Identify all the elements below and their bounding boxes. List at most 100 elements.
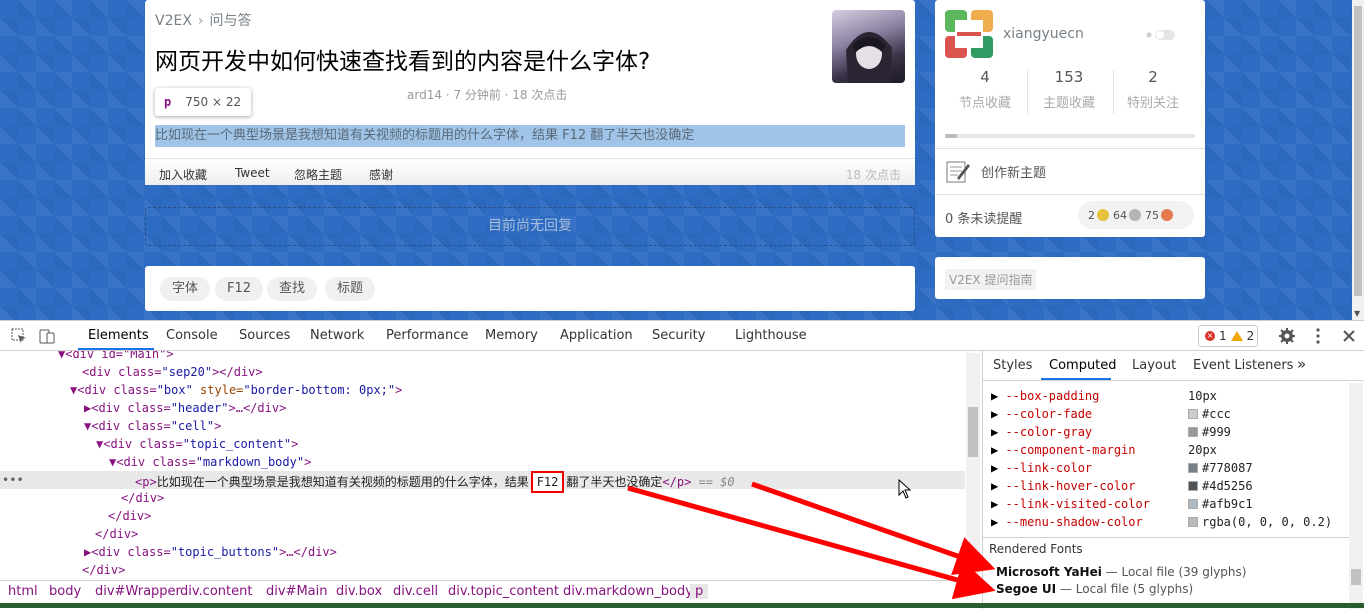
tab-layout[interactable]: Layout: [1132, 358, 1176, 373]
guide-link[interactable]: V2EX 提问指南: [945, 269, 1037, 290]
crumb-item[interactable]: div.cell: [393, 584, 438, 599]
more-options-icon[interactable]: [1309, 327, 1327, 345]
author-avatar[interactable]: [832, 10, 905, 83]
ignore-topic-link[interactable]: 忽略主题: [294, 166, 342, 183]
crumb-item-active[interactable]: p: [690, 584, 709, 599]
computed-prop[interactable]: ▶ --link-color #778087: [991, 459, 1348, 477]
unread-notifications[interactable]: 0 条未读提醒: [945, 208, 1022, 227]
dom-line[interactable]: ▼<div id="Main">: [58, 351, 174, 363]
dom-line[interactable]: </div>: [108, 507, 151, 525]
dom-line[interactable]: </div>: [121, 489, 164, 507]
user-logo-icon[interactable]: [945, 10, 993, 58]
color-swatch[interactable]: [1188, 517, 1198, 527]
favorite-link[interactable]: 加入收藏: [159, 166, 207, 183]
breadcrumb-home[interactable]: V2EX: [155, 13, 192, 29]
settings-gear-icon[interactable]: [1278, 327, 1296, 345]
dom-line[interactable]: ▼<div class="box" style="border-bottom: …: [70, 381, 402, 399]
scrollbar-thumb[interactable]: [1351, 569, 1361, 585]
color-swatch[interactable]: [1188, 409, 1198, 419]
edit-note-icon: [946, 161, 970, 183]
scroll-down-icon[interactable]: ▼: [1354, 309, 1360, 318]
silver-coin-icon: [1129, 209, 1141, 221]
tab-console[interactable]: Console: [166, 328, 218, 343]
page-scrollbar[interactable]: ▼: [1352, 0, 1364, 320]
tweet-link[interactable]: Tweet: [235, 166, 270, 180]
dom-line[interactable]: <div class="sep20"></div>: [82, 363, 263, 381]
highlighted-paragraph[interactable]: 比如现在一个典型场景是我想知道有关视频的标题用的什么字体，结果 F12 翻了半天…: [155, 125, 905, 147]
stat-following[interactable]: 2 特别关注: [1109, 68, 1197, 111]
color-swatch[interactable]: [1188, 463, 1198, 473]
crumb-item[interactable]: div#Main: [266, 584, 327, 599]
computed-prop[interactable]: ▶ --link-visited-color #afb9c1: [991, 495, 1348, 513]
computed-scrollbar[interactable]: [1349, 383, 1363, 609]
tooltip-size: 750 × 22: [185, 95, 242, 109]
theme-toggle-icon[interactable]: [1143, 28, 1187, 42]
selected-p-node[interactable]: <p>比如现在一个典型场景是我想知道有关视频的标题用的什么字体，结果 F12 翻了半…: [135, 471, 735, 493]
dom-line[interactable]: ▶<div class="header">…</div>: [84, 399, 286, 417]
color-swatch[interactable]: [1188, 427, 1198, 437]
color-swatch[interactable]: [1188, 499, 1198, 509]
tab-sources[interactable]: Sources: [239, 328, 290, 343]
username[interactable]: xiangyuecn: [1003, 26, 1084, 42]
color-swatch[interactable]: [1188, 481, 1198, 491]
computed-prop[interactable]: ▶ --component-margin 20px: [991, 441, 1348, 459]
tab-application[interactable]: Application: [560, 328, 633, 343]
breadcrumb-node[interactable]: 问与答: [210, 13, 252, 29]
thank-link[interactable]: 感谢: [369, 166, 393, 183]
computed-prop[interactable]: ▶ --menu-shadow-color rgba(0, 0, 0, 0.2): [991, 513, 1348, 531]
device-toolbar-icon[interactable]: [38, 327, 56, 345]
dom-line[interactable]: </div>: [82, 561, 125, 579]
dom-line[interactable]: ▼<div class="cell">: [84, 417, 221, 435]
tag-pill[interactable]: 标题: [325, 277, 376, 301]
tab-computed[interactable]: Computed: [1049, 358, 1117, 373]
computed-prop[interactable]: ▶ --color-fade #ccc: [991, 405, 1348, 423]
tab-event-listeners[interactable]: Event Listeners: [1193, 358, 1293, 373]
stat-label: 主题收藏: [1042, 96, 1095, 111]
dom-line[interactable]: </div>: [95, 525, 138, 543]
user-stats: 4 节点收藏 153 主题收藏 2 特别关注: [935, 68, 1205, 118]
dom-tree-scrollbar[interactable]: [966, 353, 980, 577]
computed-prop[interactable]: ▶ --link-hover-color #4d5256: [991, 477, 1348, 495]
more-tabs-icon[interactable]: »: [1297, 355, 1306, 373]
scrollbar-thumb[interactable]: [968, 407, 978, 457]
tab-elements[interactable]: Elements: [88, 328, 149, 343]
tab-security[interactable]: Security: [652, 328, 705, 343]
create-topic-link[interactable]: 创作新主题: [945, 158, 1046, 184]
devtools-tabbar: Elements Console Sources Network Perform…: [0, 321, 1364, 351]
user-panel: xiangyuecn 4 节点收藏 153 主题收藏 2 特别关注 创作新主题 0 条…: [935, 0, 1205, 237]
balance-badge[interactable]: 2 64 75: [1078, 201, 1194, 229]
crumb-item[interactable]: div.topic_content: [448, 584, 559, 599]
node-options-icon[interactable]: •••: [2, 471, 24, 489]
tab-performance[interactable]: Performance: [386, 328, 468, 343]
crumb-item[interactable]: div.markdown_body: [563, 584, 693, 599]
dom-line[interactable]: ▼<div class="markdown_body">: [109, 453, 311, 471]
tab-styles[interactable]: Styles: [993, 358, 1032, 373]
crumb-item[interactable]: html: [8, 584, 38, 599]
tab-memory[interactable]: Memory: [485, 328, 538, 343]
close-icon[interactable]: [1340, 327, 1358, 345]
stat-nodes[interactable]: 4 节点收藏: [941, 68, 1029, 111]
scrollbar-thumb[interactable]: [1354, 6, 1362, 296]
page-title: 网页开发中如何快速查找看到的内容是什么字体?: [155, 49, 651, 75]
element-inspect-tooltip: p 750 × 22: [155, 88, 251, 116]
dom-line[interactable]: ▶<div class="topic_buttons">…</div>: [84, 543, 337, 561]
tag-pill[interactable]: F12: [215, 277, 264, 301]
crumb-item[interactable]: div.box: [336, 584, 382, 599]
dom-line[interactable]: ▼<div class="topic_content">: [96, 435, 298, 453]
crumb-item[interactable]: div#Wrapper: [95, 584, 181, 599]
tab-lighthouse[interactable]: Lighthouse: [735, 328, 807, 343]
sidebar-tabs: Styles Computed Layout Event Listeners »: [983, 351, 1364, 381]
computed-prop[interactable]: ▶ --box-padding 10px: [991, 387, 1348, 405]
tab-network[interactable]: Network: [310, 328, 364, 343]
tag-pill[interactable]: 字体: [160, 277, 211, 301]
stat-topics[interactable]: 153 主题收藏: [1025, 68, 1113, 111]
inspect-element-icon[interactable]: [10, 327, 28, 345]
crumb-item[interactable]: body: [49, 584, 81, 599]
rendered-font: Microsoft YaHei — Local file (39 glyphs): [996, 565, 1246, 579]
issues-counter[interactable]: × 1 2: [1198, 325, 1258, 347]
crumb-item[interactable]: div.content: [180, 584, 252, 599]
tag-pill[interactable]: 查找: [267, 277, 318, 301]
computed-prop[interactable]: ▶ --color-gray #999: [991, 423, 1348, 441]
gold-count: 2: [1088, 208, 1095, 222]
divider: [935, 194, 1205, 195]
